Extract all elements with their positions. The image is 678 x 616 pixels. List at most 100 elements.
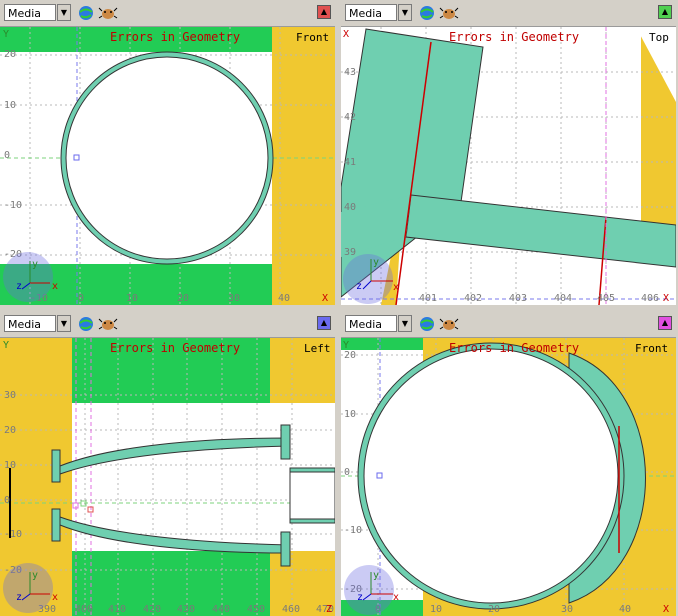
svg-text:10: 10 xyxy=(126,293,138,304)
bug-icon[interactable] xyxy=(439,314,459,334)
svg-text:401: 401 xyxy=(419,293,437,304)
svg-text:406: 406 xyxy=(641,293,659,304)
svg-text:x: x xyxy=(393,282,399,293)
pane-toolbar: Media ▼ ▲ xyxy=(0,0,335,27)
geometry-view[interactable]: Errors in Geometry Top X 43 42 41 40 39 … xyxy=(341,27,676,305)
viewport-pane-front-2[interactable]: Media ▼ ▲ Errors in Geometry Front Y 20 … xyxy=(341,311,676,616)
dropdown-arrow-icon[interactable]: ▼ xyxy=(398,4,412,21)
svg-text:403: 403 xyxy=(509,293,527,304)
svg-text:y: y xyxy=(373,570,379,581)
svg-text:x: x xyxy=(52,281,58,292)
globe-icon[interactable] xyxy=(76,314,96,334)
svg-text:420: 420 xyxy=(143,604,161,615)
svg-text:30: 30 xyxy=(561,604,573,615)
y-axis-label: Y xyxy=(3,340,9,351)
svg-text:43: 43 xyxy=(344,67,356,78)
x-tick-labels: 390 400 410 420 430 440 450 460 470 xyxy=(38,604,334,615)
errors-title: Errors in Geometry xyxy=(110,341,240,355)
svg-text:10: 10 xyxy=(430,604,442,615)
svg-text:41: 41 xyxy=(344,157,356,168)
svg-text:-10: -10 xyxy=(4,200,22,211)
svg-text:10: 10 xyxy=(4,100,16,111)
svg-text:y: y xyxy=(32,259,38,270)
svg-text:z: z xyxy=(16,592,22,603)
svg-text:20: 20 xyxy=(177,293,189,304)
svg-text:440: 440 xyxy=(212,604,230,615)
view-color-button[interactable]: ▲ xyxy=(658,5,672,19)
view-name: Left xyxy=(304,342,331,355)
view-color-button[interactable]: ▲ xyxy=(317,316,331,330)
view-name: Front xyxy=(296,31,329,44)
svg-text:-10: -10 xyxy=(344,525,362,536)
media-combo[interactable]: Media xyxy=(345,315,397,332)
svg-text:x: x xyxy=(52,592,58,603)
svg-text:410: 410 xyxy=(108,604,126,615)
svg-text:42: 42 xyxy=(344,112,356,123)
x-axis-marker: X xyxy=(322,293,328,304)
globe-icon[interactable] xyxy=(76,3,96,23)
globe-icon[interactable] xyxy=(417,314,437,334)
viewport-pane-front-1[interactable]: Media ▼ ▲ Errors in Geometry Front Y 20 … xyxy=(0,0,335,305)
svg-text:430: 430 xyxy=(177,604,195,615)
svg-text:y: y xyxy=(32,570,38,581)
svg-text:10: 10 xyxy=(4,460,16,471)
dropdown-arrow-icon[interactable]: ▼ xyxy=(57,315,71,332)
media-combo[interactable]: Media xyxy=(4,4,56,21)
view-color-button[interactable]: ▲ xyxy=(317,5,331,19)
svg-text:z: z xyxy=(16,281,22,292)
svg-text:10: 10 xyxy=(344,409,356,420)
dropdown-arrow-icon[interactable]: ▼ xyxy=(398,315,412,332)
svg-text:y: y xyxy=(373,257,379,268)
svg-text:0: 0 xyxy=(78,293,84,304)
svg-text:402: 402 xyxy=(464,293,482,304)
svg-text:20: 20 xyxy=(4,425,16,436)
svg-text:404: 404 xyxy=(554,293,572,304)
dropdown-arrow-icon[interactable]: ▼ xyxy=(57,4,71,21)
errors-title: Errors in Geometry xyxy=(110,30,240,44)
svg-text:-10: -10 xyxy=(4,529,22,540)
svg-text:400: 400 xyxy=(75,604,93,615)
geometry-view[interactable]: Errors in Geometry Left Y 30 20 10 0 -10… xyxy=(0,338,335,616)
svg-text:x: x xyxy=(393,592,399,603)
bug-icon[interactable] xyxy=(98,3,118,23)
y-axis-label: X xyxy=(343,29,349,40)
svg-text:450: 450 xyxy=(247,604,265,615)
pane-toolbar: Media ▼ ▲ xyxy=(341,311,676,338)
svg-text:z: z xyxy=(357,592,363,603)
bug-icon[interactable] xyxy=(439,3,459,23)
x-axis-marker: X xyxy=(663,604,669,615)
bug-icon[interactable] xyxy=(98,314,118,334)
svg-text:405: 405 xyxy=(597,293,615,304)
svg-text:39: 39 xyxy=(344,247,356,258)
x-axis-marker: X xyxy=(663,293,669,304)
svg-text:20: 20 xyxy=(4,49,16,60)
view-name: Front xyxy=(635,342,668,355)
x-axis-marker: Z xyxy=(326,604,332,615)
errors-title: Errors in Geometry xyxy=(449,341,579,355)
y-axis-label: Y xyxy=(3,29,9,40)
svg-text:40: 40 xyxy=(619,604,631,615)
svg-text:20: 20 xyxy=(344,350,356,361)
svg-text:0: 0 xyxy=(4,495,10,506)
globe-icon[interactable] xyxy=(417,3,437,23)
geometry-view[interactable]: Errors in Geometry Front Y 20 10 0 -10 -… xyxy=(341,338,676,616)
svg-text:460: 460 xyxy=(282,604,300,615)
errors-title: Errors in Geometry xyxy=(449,30,579,44)
svg-text:0: 0 xyxy=(344,467,350,478)
svg-text:40: 40 xyxy=(278,293,290,304)
svg-text:30: 30 xyxy=(228,293,240,304)
pane-toolbar: Media ▼ ▲ xyxy=(0,311,335,338)
svg-text:40: 40 xyxy=(344,202,356,213)
media-combo[interactable]: Media xyxy=(345,4,397,21)
media-combo[interactable]: Media xyxy=(4,315,56,332)
svg-text:0: 0 xyxy=(4,150,10,161)
viewport-pane-top[interactable]: Media ▼ ▲ Errors in Geometry Top X 43 42… xyxy=(341,0,676,305)
svg-text:z: z xyxy=(356,281,362,292)
geometry-view[interactable]: Errors in Geometry Front Y 20 10 0 -10 -… xyxy=(0,27,335,305)
view-name: Top xyxy=(649,31,669,44)
view-color-button[interactable]: ▲ xyxy=(658,316,672,330)
viewport-pane-left[interactable]: Media ▼ ▲ Errors in Geometry Left Y 30 2… xyxy=(0,311,335,616)
svg-text:20: 20 xyxy=(488,604,500,615)
pane-toolbar: Media ▼ ▲ xyxy=(341,0,676,27)
svg-text:30: 30 xyxy=(4,390,16,401)
